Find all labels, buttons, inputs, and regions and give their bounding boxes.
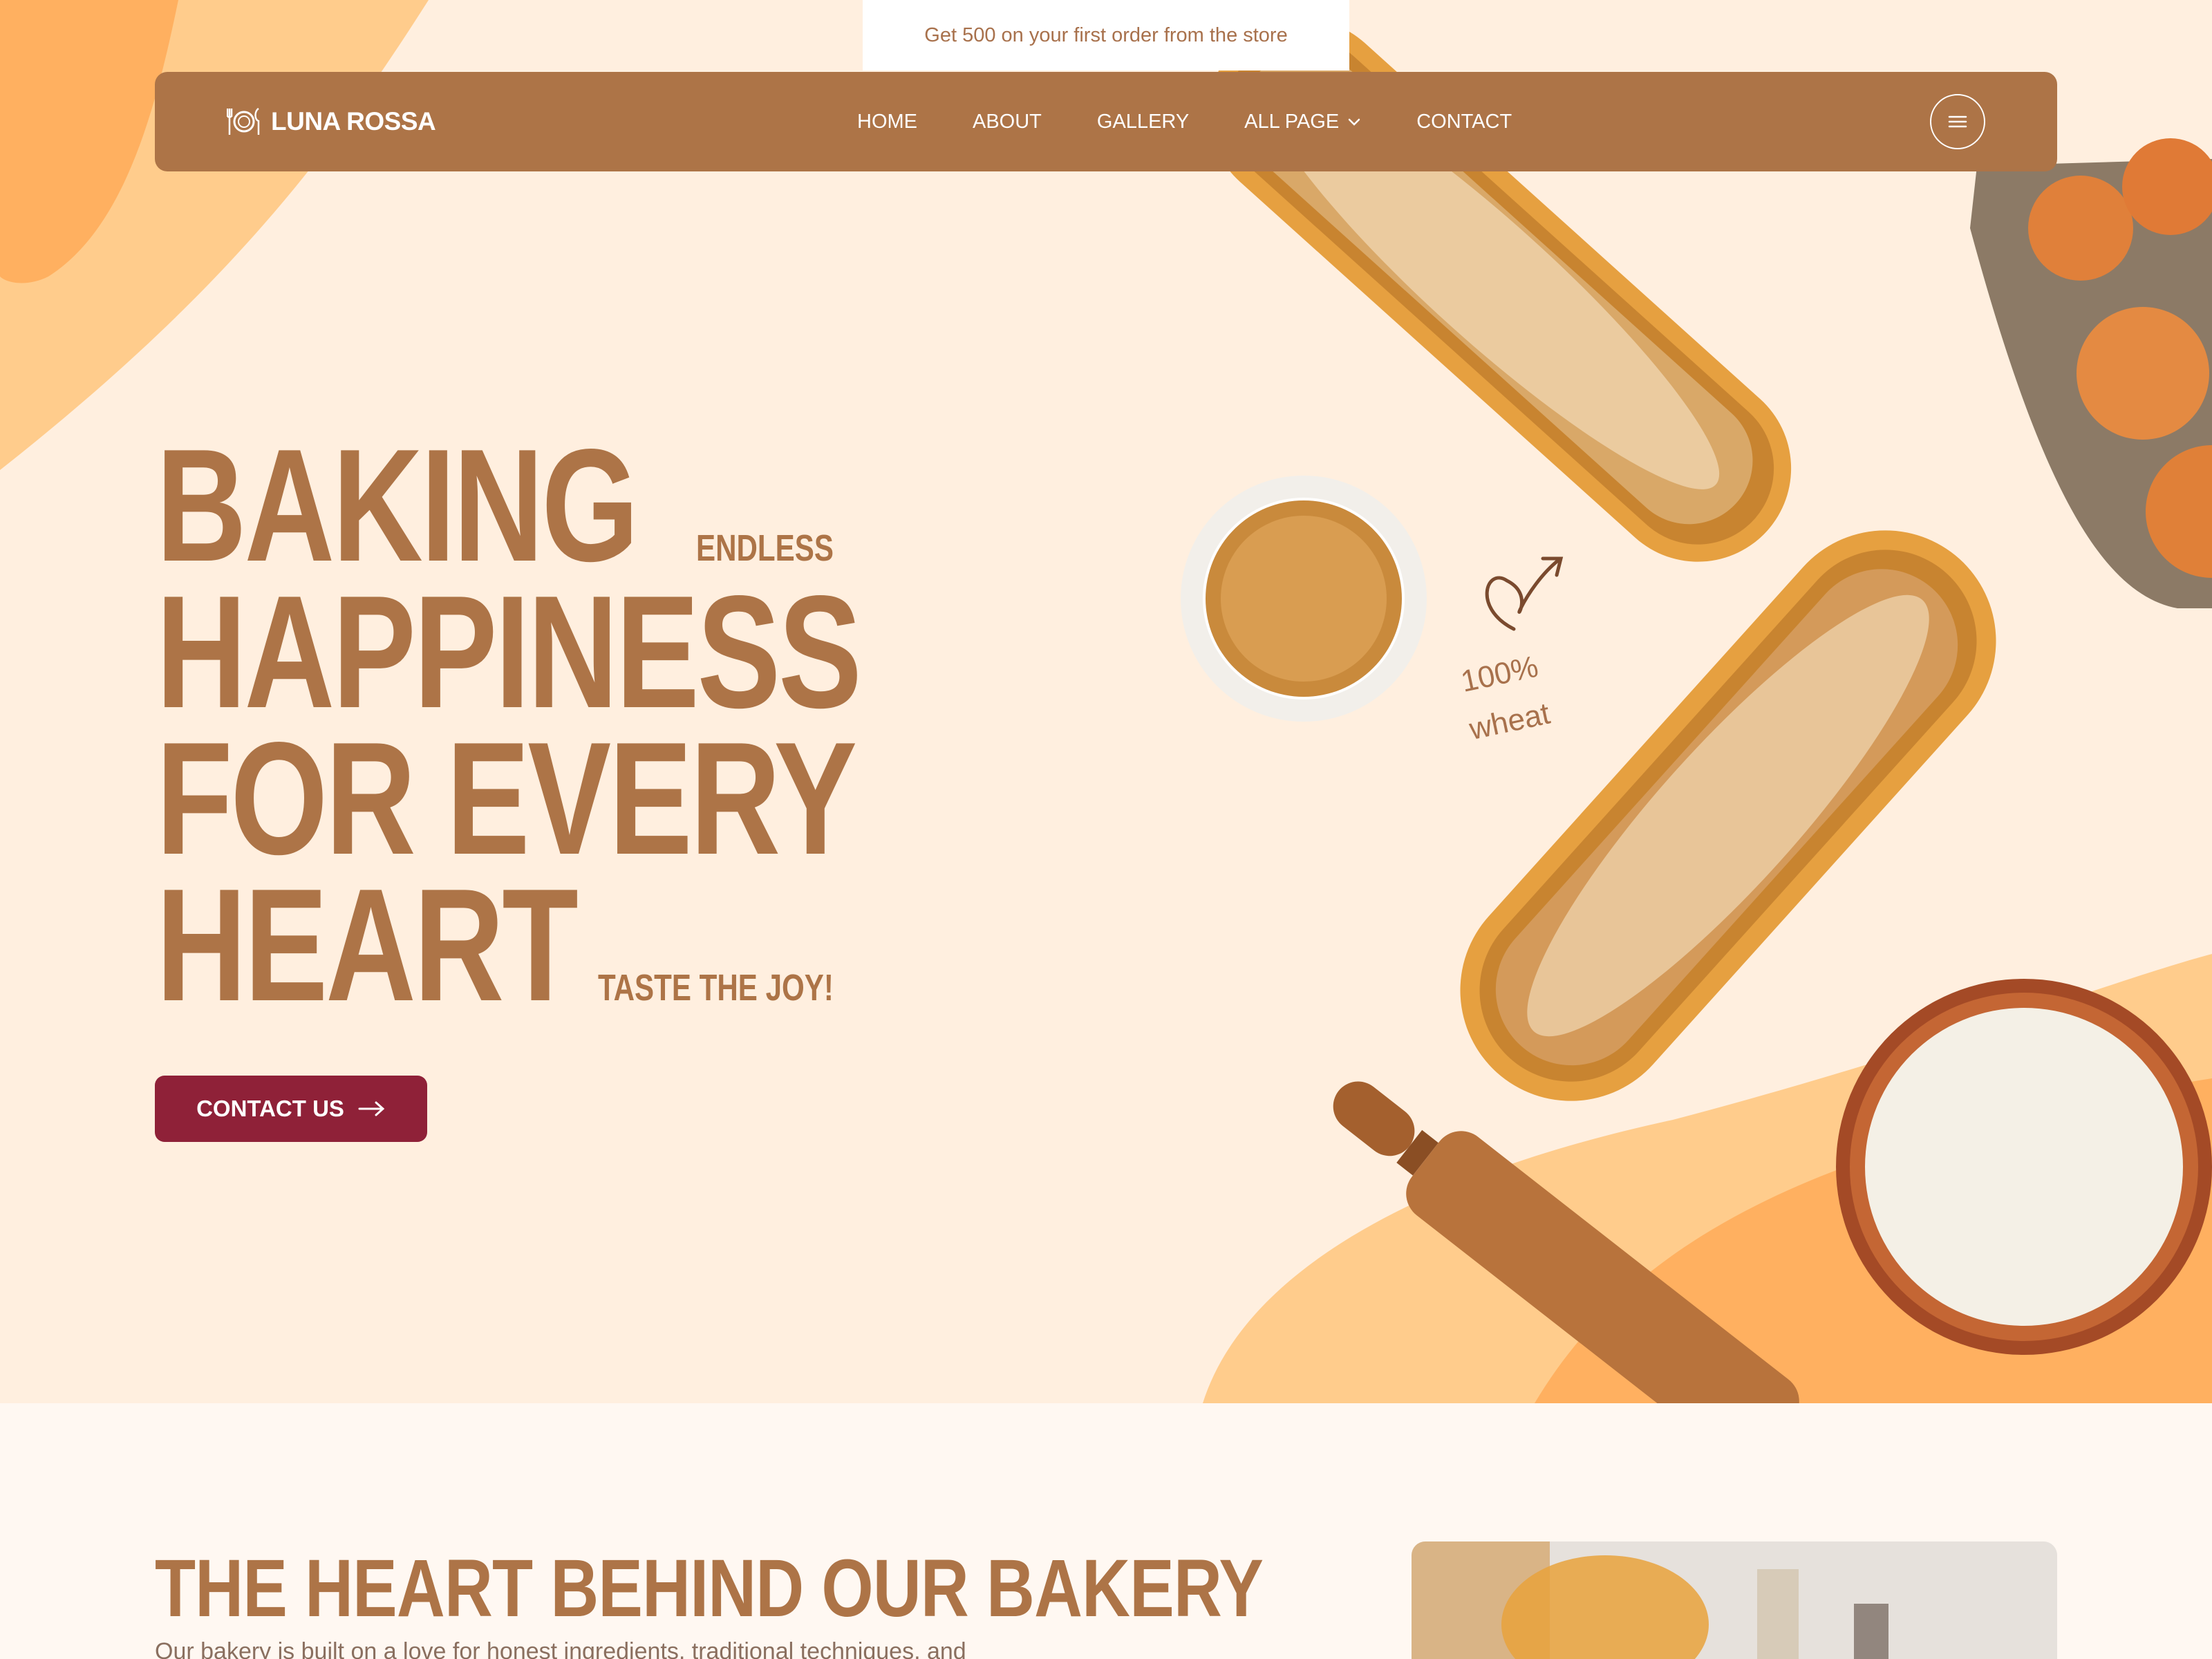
about-title: THE HEART BEHIND OUR BAKERY xyxy=(155,1543,1264,1634)
nav-item-label: GALLERY xyxy=(1096,110,1190,133)
hero-line-1: BAKING ENDLESS xyxy=(156,416,1058,595)
chevron-down-icon xyxy=(1348,118,1360,126)
nav-item-label: CONTACT xyxy=(1416,110,1512,133)
egg-carton xyxy=(1970,138,2212,608)
announcement-bar: Get 500 on your first order from the sto… xyxy=(863,0,1349,71)
hero-section: 100% wheat BAKING ENDLESS HAPPINESS FOR … xyxy=(0,0,2212,1403)
brand-logo[interactable]: LUNA ROSSA xyxy=(227,72,436,171)
hero-word-for-every: FOR EVERY xyxy=(156,709,857,888)
nav-item-label: HOME xyxy=(857,110,917,133)
wheat-bowl xyxy=(1181,476,1427,722)
nav-item-contact[interactable]: CONTACT xyxy=(1416,111,1512,133)
bakery-photo xyxy=(1412,1541,2057,1659)
nav-item-all-page[interactable]: ALL PAGE xyxy=(1244,111,1361,133)
nav-item-label: ABOUT xyxy=(973,110,1042,133)
hero-word-heart: HEART xyxy=(156,856,579,1035)
hero-headline: BAKING ENDLESS HAPPINESS FOR EVERY HEART… xyxy=(156,416,1058,1035)
nav-item-home[interactable]: HOME xyxy=(857,111,917,133)
about-section: THE HEART BEHIND OUR BAKERY Our bakery i… xyxy=(0,1403,2212,1659)
plate-cutlery-icon xyxy=(227,107,260,135)
doodle-arrow xyxy=(1485,558,1561,631)
about-body: Our bakery is built on a love for honest… xyxy=(155,1638,966,1659)
announcement-text: Get 500 on your first order from the sto… xyxy=(924,24,1288,46)
hamburger-icon xyxy=(1948,115,1967,128)
nav-item-about[interactable]: ABOUT xyxy=(973,111,1042,133)
about-bakery-image xyxy=(1412,1541,2057,1659)
hero-line-4: HEART TASTE THE JOY! xyxy=(156,856,1058,1035)
nav-item-label: ALL PAGE xyxy=(1244,110,1340,133)
arrow-right-icon xyxy=(358,1101,385,1116)
nav-links: HOME ABOUT GALLERY ALL PAGE CONTACT xyxy=(857,72,1567,171)
flour-bowl xyxy=(1836,979,2212,1355)
hero-word-baking: BAKING xyxy=(156,416,639,595)
main-navbar: LUNA ROSSA HOME ABOUT GALLERY ALL PAGE C… xyxy=(155,72,2057,171)
hero-line-2: HAPPINESS xyxy=(156,563,1058,742)
contact-us-button[interactable]: CONTACT US xyxy=(155,1076,427,1142)
hero-tag-taste-the-joy: TASTE THE JOY! xyxy=(598,967,834,1009)
hero-word-happiness: HAPPINESS xyxy=(156,563,862,742)
contact-us-label: CONTACT US xyxy=(196,1096,344,1121)
nav-item-gallery[interactable]: GALLERY xyxy=(1097,111,1189,133)
brand-name: LUNA ROSSA xyxy=(271,107,436,135)
menu-button[interactable] xyxy=(1930,94,1985,149)
hero-line-3: FOR EVERY xyxy=(156,709,1058,888)
